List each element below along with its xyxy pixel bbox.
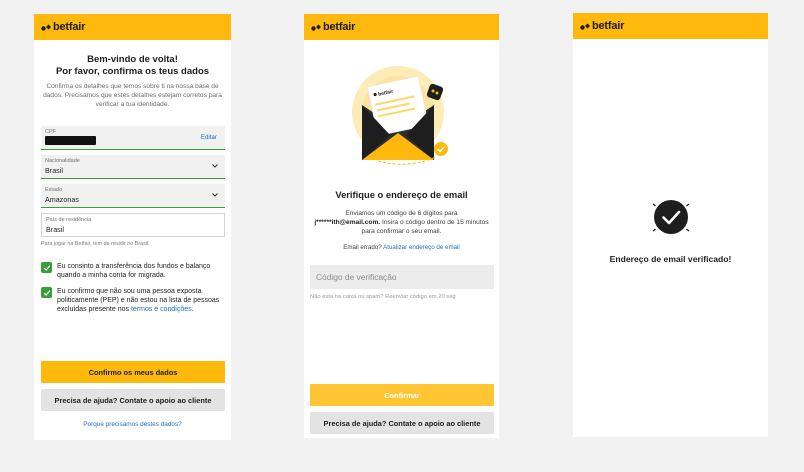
betfair-logo[interactable]: betfair xyxy=(311,21,355,33)
confirm-code-button[interactable]: Confirmar xyxy=(310,384,494,406)
contact-support-button[interactable]: Precisa de ajuda? Contate o apoio ao cli… xyxy=(310,412,494,434)
terms-link[interactable]: termos e condições xyxy=(131,306,192,313)
cpf-field[interactable]: CPF Editar xyxy=(41,126,225,150)
betfair-logo-text: betfair xyxy=(592,20,625,32)
wrong-email-text: Email errado? xyxy=(343,244,382,251)
verify-email-title: Verifique o endereço de email xyxy=(335,189,468,200)
wrong-email-row: Email errado? Atualizar endereço de emai… xyxy=(304,244,499,251)
consent-funds-text: Eu consinto a transferência dos fundos e… xyxy=(57,263,211,279)
nationality-value: Brasil xyxy=(45,166,63,175)
nationality-label: Nacionalidade xyxy=(45,158,80,164)
betfair-logo[interactable]: betfair xyxy=(41,21,85,33)
why-data-link[interactable]: Porque precisamos destes dados? xyxy=(34,421,231,428)
header-bar: betfair xyxy=(34,14,231,40)
betfair-logo-icon xyxy=(580,23,590,30)
residence-label: País de residência xyxy=(46,217,92,223)
header-bar: betfair xyxy=(304,14,499,40)
update-email-link[interactable]: Atualizar endereço de email xyxy=(383,244,460,251)
state-value: Amazonas xyxy=(45,195,79,204)
confirm-details-screen: betfair Bem-vindo de volta! Por favor, c… xyxy=(34,14,231,440)
resend-code-text: Não está na caixa ou spam? Reenviar códi… xyxy=(310,294,456,300)
consent-pep-text: Eu confirmo que não sou uma pessoa expos… xyxy=(57,287,227,314)
chevron-down-icon xyxy=(212,164,218,168)
betfair-logo-icon xyxy=(41,24,51,31)
betfair-logo-icon xyxy=(311,24,321,31)
verification-code-input[interactable]: Código de verificação xyxy=(310,265,494,289)
consent-pep-row: Eu confirmo que não sou uma pessoa expos… xyxy=(41,287,227,314)
cpf-masked-value xyxy=(45,136,96,145)
nationality-select[interactable]: Nacionalidade Brasil xyxy=(41,155,225,179)
verify-email-screen: betfair betfair Verifique o endereço de … xyxy=(304,14,499,438)
checkmark-icon xyxy=(43,264,50,271)
verify-email-description: Enviamos um código de 6 dígitos para j**… xyxy=(312,209,491,236)
confirm-details-button[interactable]: Confirmo os meus dados xyxy=(41,361,225,383)
masked-email: j******ith@email.com. xyxy=(314,219,381,226)
intro-description: Confirma os detalhes que temos sobre ti … xyxy=(43,83,222,108)
verified-badge-icon xyxy=(652,200,690,234)
cpf-label: CPF xyxy=(45,129,56,135)
desc-after: Insira o código dentro de 15 minutos par… xyxy=(361,219,489,235)
contact-support-button[interactable]: Precisa de ajuda? Contate o apoio ao cli… xyxy=(41,389,225,411)
consent-pep-checkbox[interactable] xyxy=(41,287,52,298)
email-envelope-illustration: betfair xyxy=(352,66,448,165)
state-select[interactable]: Estado Amazonas xyxy=(41,184,225,208)
residence-field[interactable]: País de residência Brasil xyxy=(41,213,225,237)
consent-funds-row: Eu consinto a transferência dos fundos e… xyxy=(41,262,227,280)
consent-funds-checkbox[interactable] xyxy=(41,262,52,273)
email-verified-title: Endereço de email verificado! xyxy=(609,254,732,264)
chevron-down-icon xyxy=(212,193,218,197)
betfair-logo-text: betfair xyxy=(323,21,356,33)
checkmark-icon xyxy=(43,289,50,296)
welcome-title: Bem-vindo de volta! xyxy=(87,54,178,65)
confirm-subtitle: Por favor, confirma os teus dados xyxy=(55,66,210,77)
betfair-logo-text: betfair xyxy=(53,21,86,33)
residence-hint: Para jogar na Betfair, tem de residir no… xyxy=(41,241,150,247)
consent-pep-suffix: . xyxy=(191,306,194,313)
header-bar: betfair xyxy=(573,13,768,39)
residence-value: Brasil xyxy=(46,225,64,234)
betfair-logo[interactable]: betfair xyxy=(580,20,624,32)
desc-before: Enviamos um código de 6 dígitos para xyxy=(345,210,458,217)
edit-cpf-button[interactable]: Editar xyxy=(201,134,217,141)
email-verified-screen: betfair Endereço de email verificado! xyxy=(573,13,768,437)
state-label: Estado xyxy=(45,187,63,193)
